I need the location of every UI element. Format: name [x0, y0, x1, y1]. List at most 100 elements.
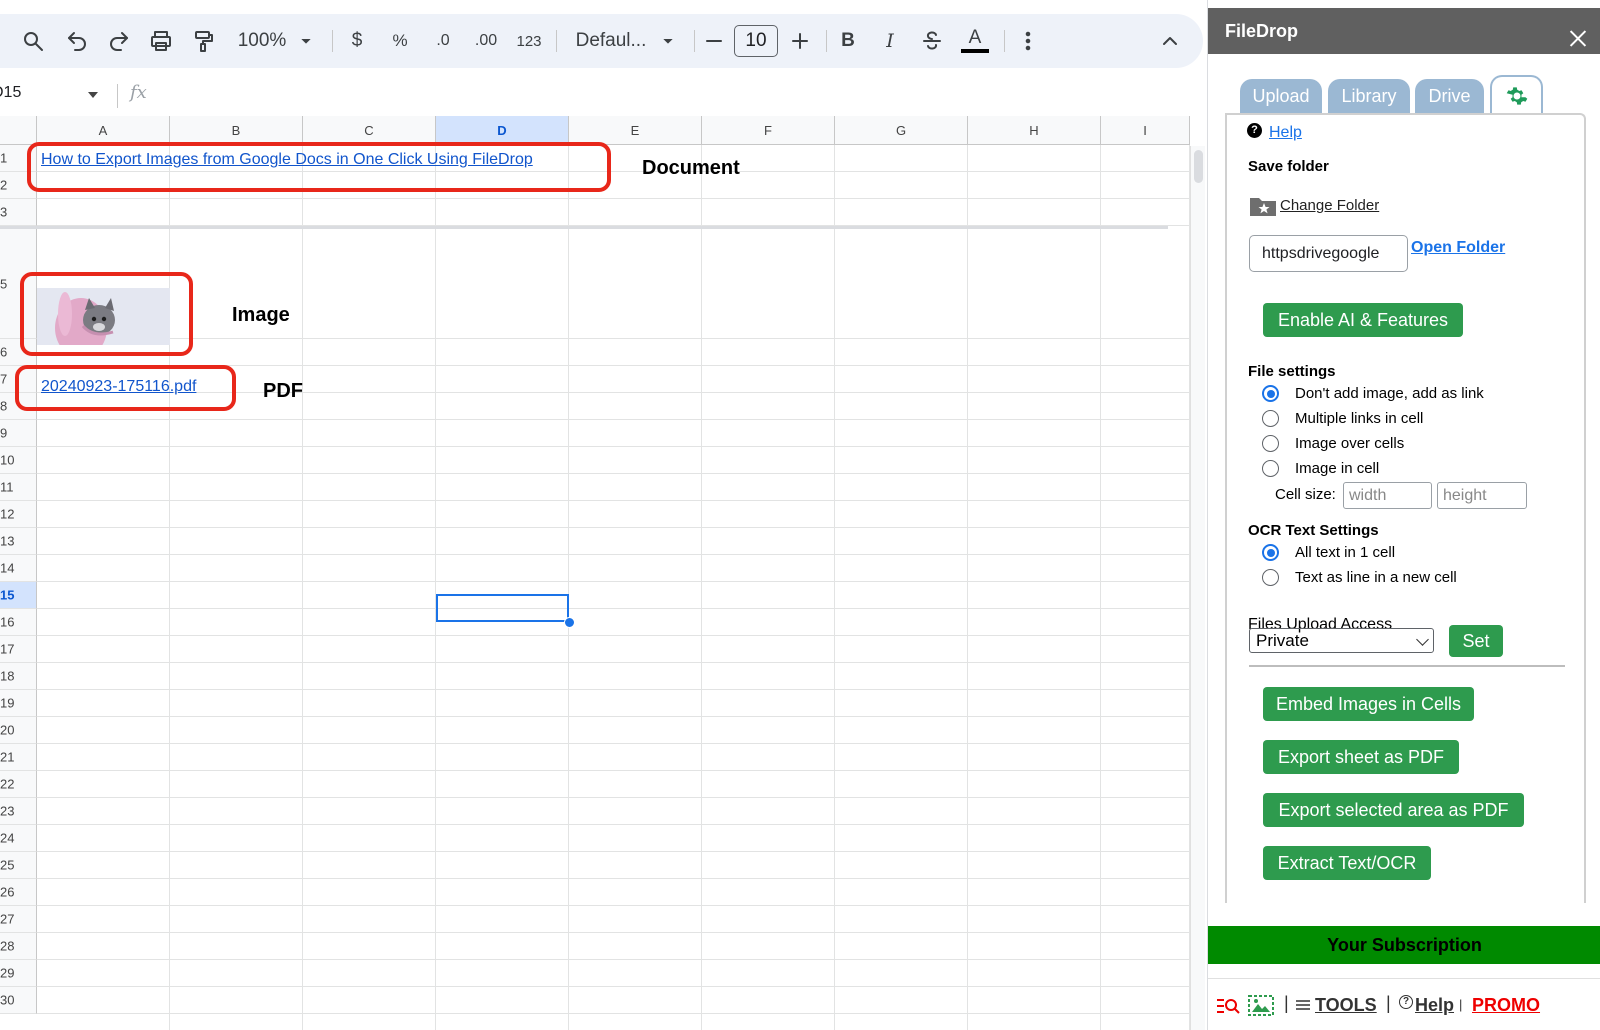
radio-add-as-link[interactable] — [1262, 385, 1279, 402]
column-header-c[interactable]: C — [303, 116, 436, 145]
strikethrough-icon[interactable] — [918, 14, 946, 68]
tab-settings[interactable] — [1490, 75, 1543, 115]
close-icon[interactable] — [1569, 29, 1587, 47]
cell-width-input[interactable]: width — [1343, 482, 1432, 509]
column-header-g[interactable]: G — [835, 116, 968, 145]
export-area-pdf-button[interactable]: Export selected area as PDF — [1263, 793, 1524, 827]
enable-ai-button[interactable]: Enable AI & Features — [1263, 303, 1463, 337]
row-header-16[interactable]: 16 — [0, 609, 37, 636]
row-header-30[interactable]: 30 — [0, 987, 37, 1014]
row-header-25[interactable]: 25 — [0, 852, 37, 879]
undo-icon[interactable] — [62, 14, 92, 68]
select-all-corner[interactable] — [0, 116, 37, 145]
chevron-down-icon[interactable] — [658, 14, 678, 68]
embed-images-button[interactable]: Embed Images in Cells — [1263, 687, 1474, 721]
footer-help-link[interactable]: Help — [1415, 995, 1454, 1016]
radio-image-in-cell[interactable] — [1262, 460, 1279, 477]
row-header-28[interactable]: 28 — [0, 933, 37, 960]
row-header-27[interactable]: 27 — [0, 906, 37, 933]
row-header-11[interactable]: 11 — [0, 474, 37, 501]
chevron-down-icon[interactable] — [88, 92, 98, 98]
row-gridline — [37, 932, 1190, 933]
row-header-14[interactable]: 14 — [0, 555, 37, 582]
set-access-button[interactable]: Set — [1449, 625, 1503, 657]
column-header-e[interactable]: E — [569, 116, 702, 145]
row-header-23[interactable]: 23 — [0, 798, 37, 825]
extract-ocr-button[interactable]: Extract Text/OCR — [1263, 846, 1431, 880]
radio-ocr-line-per-cell[interactable] — [1262, 569, 1279, 586]
column-header-h[interactable]: H — [968, 116, 1101, 145]
folder-url-input[interactable]: httpsdrivegoogle — [1249, 235, 1408, 272]
collapse-toolbar-icon[interactable] — [1156, 14, 1184, 68]
row-gridline — [37, 473, 1190, 474]
row-header-18[interactable]: 18 — [0, 663, 37, 690]
font-select[interactable]: Defaul... — [574, 14, 648, 68]
plus-icon[interactable] — [788, 14, 812, 68]
row-header-17[interactable]: 17 — [0, 636, 37, 663]
search-list-icon[interactable] — [1216, 995, 1240, 1017]
number-format-button[interactable]: 123 — [514, 14, 544, 68]
row-header-26[interactable]: 26 — [0, 879, 37, 906]
row-header-10[interactable]: 10 — [0, 447, 37, 474]
increase-decimal-button[interactable]: .00 — [470, 14, 502, 68]
row-header-13[interactable]: 13 — [0, 528, 37, 555]
footer-separator: | — [1386, 993, 1391, 1013]
column-header-a[interactable]: A — [37, 116, 170, 145]
radio-image-over-cells[interactable] — [1262, 435, 1279, 452]
export-sheet-pdf-button[interactable]: Export sheet as PDF — [1263, 740, 1459, 774]
italic-button[interactable]: I — [878, 14, 902, 68]
selected-cell-d15[interactable] — [436, 594, 569, 622]
row-header-21[interactable]: 21 — [0, 744, 37, 771]
column-header-d[interactable]: D — [436, 116, 569, 145]
print-icon[interactable] — [146, 14, 176, 68]
row-header-19[interactable]: 19 — [0, 690, 37, 717]
minus-icon[interactable] — [702, 14, 726, 68]
radio-multiple-links[interactable] — [1262, 410, 1279, 427]
help-link[interactable]: Help — [1269, 124, 1302, 142]
column-header-b[interactable]: B — [170, 116, 303, 145]
bold-button[interactable]: B — [836, 14, 860, 68]
folder-star-icon[interactable] — [1249, 195, 1277, 217]
spreadsheet-grid[interactable]: A B C D E F G H I 1 2 3 5 6 7 8 9 10 11 12 13 14 15 16 17 18 19 20 2… — [0, 116, 1190, 1030]
row-header-12[interactable]: 12 — [0, 501, 37, 528]
change-folder-link[interactable]: Change Folder — [1280, 197, 1379, 214]
row-header-29[interactable]: 29 — [0, 960, 37, 987]
tab-upload[interactable]: Upload — [1240, 79, 1322, 113]
name-box[interactable]: D15 — [0, 84, 21, 102]
open-folder-link[interactable]: Open Folder — [1411, 239, 1505, 257]
font-size-input[interactable]: 10 — [734, 25, 778, 57]
radio-ocr-single-cell[interactable] — [1262, 544, 1279, 561]
currency-button[interactable]: $ — [346, 14, 368, 68]
row-header-22[interactable]: 22 — [0, 771, 37, 798]
cell-height-input[interactable]: height — [1437, 482, 1527, 509]
column-header-i[interactable]: I — [1101, 116, 1190, 145]
more-vertical-icon[interactable] — [1016, 14, 1040, 68]
row-header-9[interactable]: 9 — [0, 420, 37, 447]
promo-link[interactable]: PROMO — [1472, 995, 1540, 1016]
row-header-15[interactable]: 15 — [0, 582, 37, 609]
tab-drive[interactable]: Drive — [1415, 79, 1484, 113]
zoom-select[interactable]: 100% — [232, 14, 292, 68]
tab-library[interactable]: Library — [1328, 79, 1410, 113]
row-header-24[interactable]: 24 — [0, 825, 37, 852]
percent-button[interactable]: % — [388, 14, 412, 68]
fill-handle[interactable] — [564, 617, 575, 628]
frozen-rows-divider[interactable] — [0, 226, 1168, 229]
tools-link[interactable]: TOOLS — [1315, 995, 1377, 1016]
paint-format-icon[interactable] — [188, 14, 218, 68]
search-icon[interactable] — [18, 14, 48, 68]
upload-access-select[interactable]: Private — [1249, 628, 1434, 653]
scrollbar-thumb[interactable] — [1194, 150, 1203, 183]
subscription-bar[interactable]: Your Subscription — [1208, 926, 1600, 964]
decrease-decimal-button[interactable]: .0 — [428, 14, 458, 68]
chevron-down-icon[interactable] — [296, 14, 316, 68]
column-header-f[interactable]: F — [702, 116, 835, 145]
text-color-button[interactable]: A — [960, 14, 990, 68]
option-multiple-links: Multiple links in cell — [1295, 410, 1424, 427]
row-gridline — [37, 554, 1190, 555]
grid-scrollbar[interactable] — [1190, 146, 1205, 1030]
image-gallery-icon[interactable] — [1248, 993, 1274, 1017]
redo-icon[interactable] — [104, 14, 134, 68]
row-header-20[interactable]: 20 — [0, 717, 37, 744]
row-header-3[interactable]: 3 — [0, 199, 37, 226]
